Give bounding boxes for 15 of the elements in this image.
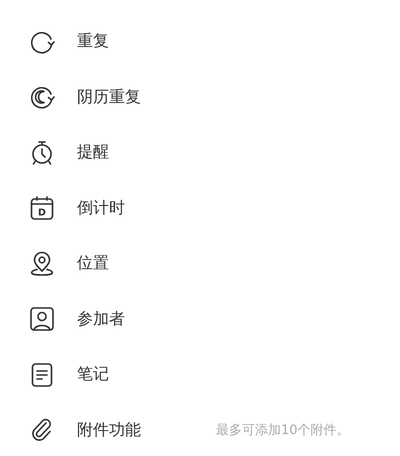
person-icon <box>29 306 55 332</box>
option-label[interactable]: 倒计时 <box>77 198 216 219</box>
option-label[interactable]: 阴历重复 <box>77 86 216 108</box>
option-label[interactable]: 提醒 <box>77 142 216 164</box>
alarm-clock-icon <box>29 140 55 166</box>
option-label[interactable]: 笔记 <box>77 364 216 386</box>
option-label[interactable]: 附件功能 <box>77 420 216 441</box>
option-label[interactable]: 位置 <box>77 253 216 274</box>
map-pin-icon <box>29 250 55 277</box>
option-label[interactable]: 重复 <box>77 31 216 52</box>
note-icon <box>29 362 55 388</box>
option-label[interactable]: 参加者 <box>77 308 216 330</box>
moon-arrow-icon <box>29 84 55 110</box>
hint-text: 最多可添加10个附件。 <box>216 422 350 440</box>
calendar-icon: D <box>29 195 55 222</box>
